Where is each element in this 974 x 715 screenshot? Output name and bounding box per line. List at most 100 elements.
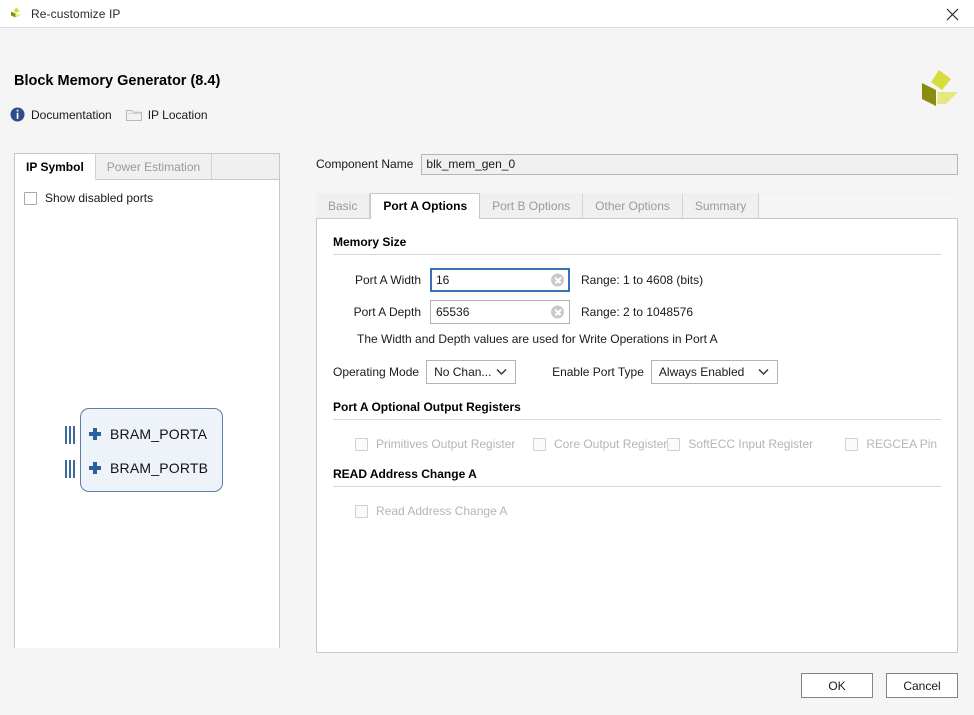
- component-name-input[interactable]: [421, 153, 958, 175]
- memory-size-divider: [333, 254, 941, 255]
- core-output-register-checkbox: [533, 437, 546, 451]
- component-name-label: Component Name: [316, 157, 414, 171]
- show-disabled-ports-label: Show disabled ports: [45, 191, 154, 205]
- expand-porta-plus-icon[interactable]: [89, 428, 101, 440]
- port-a-depth-row: Port A Depth Range: 2 to 1048576: [333, 300, 941, 324]
- optional-output-registers-divider: [333, 419, 941, 420]
- port-a-width-row: Port A Width Range: 1 to 4608 (bits): [333, 268, 941, 292]
- softecc-input-register-row: SoftECC Input Register: [667, 433, 845, 455]
- softecc-input-register-label: SoftECC Input Register: [688, 437, 814, 451]
- regcea-pin-checkbox: [845, 437, 859, 451]
- port-a-options-panel: Memory Size Port A Width Range: 1 to 460…: [316, 218, 958, 653]
- core-output-register-label: Core Output Register: [554, 437, 668, 451]
- window-titlebar: Re-customize IP: [0, 0, 974, 28]
- chevron-down-icon: [758, 368, 769, 376]
- port-a-depth-clear-icon[interactable]: [551, 305, 564, 319]
- optional-output-registers-group: Primitives Output Register Core Output R…: [333, 433, 941, 467]
- connector-bar: [69, 460, 71, 478]
- tab-port-a-options[interactable]: Port A Options: [370, 193, 481, 219]
- cancel-button[interactable]: Cancel: [886, 673, 958, 698]
- primitives-output-register-checkbox: [355, 437, 368, 451]
- enable-port-type-value: Always Enabled: [658, 365, 745, 379]
- port-a-width-field[interactable]: [430, 268, 570, 292]
- softecc-input-register-checkbox: [667, 437, 681, 451]
- close-icon: [946, 8, 958, 20]
- tab-port-b-options[interactable]: Port B Options: [480, 193, 584, 218]
- tab-power-estimation-label: Power Estimation: [106, 159, 201, 174]
- port-a-width-label: Port A Width: [354, 273, 421, 287]
- bram-symbol-body: [80, 408, 223, 492]
- bram-portb-row[interactable]: BRAM_PORTB: [89, 458, 208, 478]
- tab-other-options[interactable]: Other Options: [583, 193, 683, 218]
- documentation-link[interactable]: Documentation: [10, 107, 112, 122]
- bram-portb-connector: [65, 460, 77, 478]
- main-tabbar: Basic Port A Options Port B Options Othe…: [316, 193, 958, 219]
- read-address-change-divider: [333, 486, 941, 487]
- memory-size-note: The Width and Depth values are used for …: [357, 332, 718, 346]
- tab-ip-symbol[interactable]: IP Symbol: [15, 154, 96, 180]
- chevron-down-icon: [496, 368, 507, 376]
- port-a-depth-input[interactable]: [430, 300, 570, 324]
- port-a-depth-field[interactable]: [430, 300, 570, 324]
- tab-port-b-options-label: Port B Options: [492, 199, 571, 213]
- page-title: Block Memory Generator (8.4): [14, 73, 221, 89]
- tab-port-a-options-label: Port A Options: [383, 199, 468, 213]
- bram-porta-label: BRAM_PORTA: [110, 426, 208, 442]
- read-address-change-section-title: READ Address Change A: [333, 467, 477, 481]
- operating-mode-row: Operating Mode No Chan... Enable Port Ty…: [333, 360, 941, 384]
- ip-symbol-panel: IP Symbol Power Estimation Show disabled…: [14, 153, 280, 648]
- port-a-width-input[interactable]: [430, 268, 570, 292]
- connector-bar: [65, 460, 67, 478]
- tab-power-estimation[interactable]: Power Estimation: [95, 154, 213, 179]
- operating-mode-select[interactable]: No Chan...: [426, 360, 517, 384]
- ip-location-link[interactable]: IP Location: [125, 107, 208, 122]
- read-address-change-group: Read Address Change A: [333, 500, 941, 534]
- close-window-button[interactable]: [930, 0, 974, 28]
- core-output-register-row: Core Output Register: [533, 433, 667, 455]
- regcea-pin-row: REGCEA Pin: [845, 433, 937, 455]
- operating-mode-value: No Chan...: [434, 365, 492, 379]
- optional-output-registers-section-title: Port A Optional Output Registers: [333, 400, 521, 414]
- primitives-output-register-label: Primitives Output Register: [376, 437, 516, 451]
- read-address-change-checkbox: [355, 504, 368, 518]
- tab-basic-label: Basic: [328, 199, 358, 213]
- regcea-pin-label: REGCEA Pin: [866, 437, 938, 451]
- xilinx-pinwheel-logo: [922, 70, 958, 106]
- window-title: Re-customize IP: [31, 6, 121, 21]
- read-address-change-label: Read Address Change A: [376, 504, 508, 518]
- enable-port-type-label: Enable Port Type: [552, 365, 644, 379]
- connector-bar: [73, 426, 75, 444]
- tab-ip-symbol-label: IP Symbol: [26, 159, 84, 174]
- port-a-depth-range: Range: 2 to 1048576: [581, 305, 694, 319]
- tab-other-options-label: Other Options: [595, 199, 670, 213]
- dialog-buttons: OK Cancel: [801, 673, 958, 698]
- read-address-change-row: Read Address Change A: [355, 500, 533, 522]
- tab-basic[interactable]: Basic: [316, 193, 371, 218]
- expand-portb-plus-icon[interactable]: [89, 462, 101, 474]
- tab-summary[interactable]: Summary: [682, 193, 760, 218]
- connector-bar: [69, 426, 71, 444]
- connector-bar: [65, 426, 67, 444]
- info-icon: [10, 107, 25, 122]
- show-disabled-ports-checkbox[interactable]: [24, 191, 37, 205]
- documentation-link-label: Documentation: [31, 107, 112, 122]
- ip-location-link-label: IP Location: [147, 107, 208, 122]
- tab-summary-label: Summary: [694, 199, 747, 213]
- bram-porta-connector: [65, 426, 77, 444]
- port-a-depth-label: Port A Depth: [353, 305, 421, 319]
- enable-port-type-select[interactable]: Always Enabled: [650, 360, 778, 384]
- primitives-output-register-row: Primitives Output Register: [355, 433, 533, 455]
- bram-symbol: BRAM_PORTA BRAM_PORTB: [65, 408, 227, 492]
- xilinx-logo-icon: [11, 7, 21, 17]
- folder-icon: [125, 109, 142, 121]
- left-panel-tabbar: IP Symbol Power Estimation: [15, 154, 279, 180]
- memory-size-section-title: Memory Size: [333, 235, 407, 249]
- ip-symbol-canvas: Show disabled ports BRAM_PORTA BRAM_PORT…: [15, 180, 279, 648]
- bram-porta-row[interactable]: BRAM_PORTA: [89, 424, 207, 444]
- dialog-header: Block Memory Generator (8.4): [0, 28, 974, 106]
- connector-bar: [73, 460, 75, 478]
- show-disabled-ports-row[interactable]: Show disabled ports: [24, 191, 153, 205]
- port-a-width-range: Range: 1 to 4608 (bits): [581, 273, 704, 287]
- port-a-width-clear-icon[interactable]: [551, 273, 564, 287]
- ok-button[interactable]: OK: [801, 673, 873, 698]
